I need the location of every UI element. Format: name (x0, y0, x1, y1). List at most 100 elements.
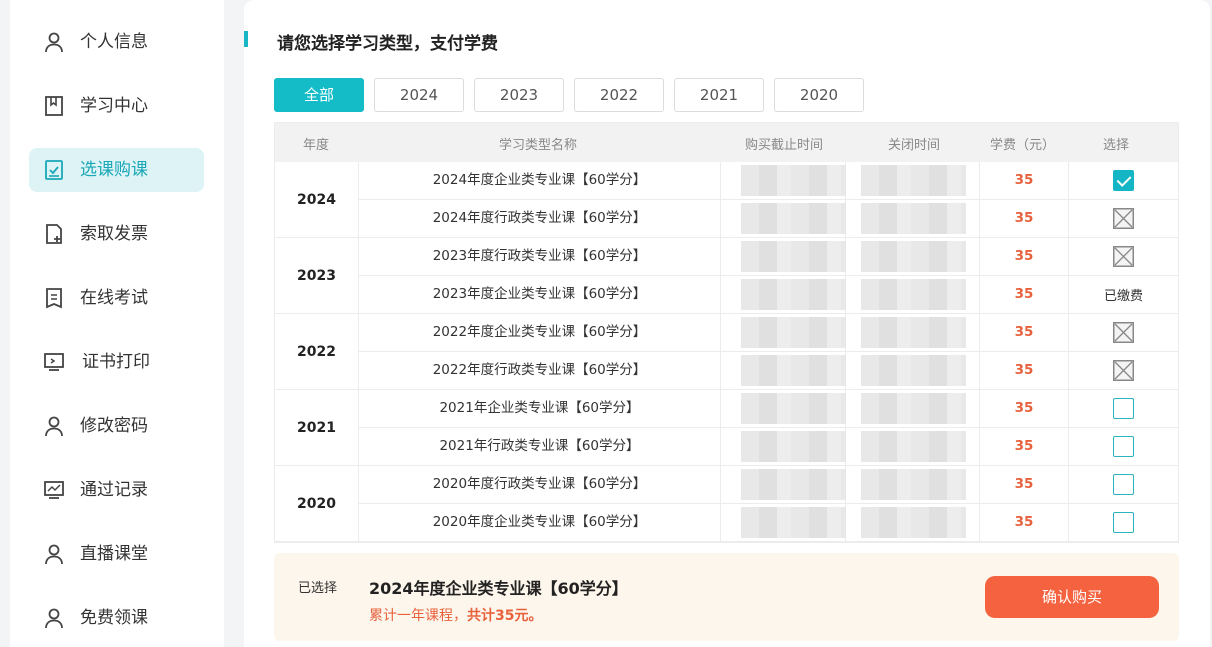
sidebar: 个人信息 学习中心 选课购课 索取发票 在线考试 证书打印 修改密码 通过记录 … (10, 0, 224, 647)
select-checkbox[interactable] (1113, 474, 1134, 495)
chart-icon (44, 481, 64, 499)
sidebar-item-label: 索取发票 (80, 224, 148, 244)
select-cell[interactable]: 已缴费 (1069, 276, 1178, 313)
total-text: 累计一年课程，共计35元。 (369, 605, 542, 625)
select-checkbox-checked[interactable] (1113, 170, 1134, 191)
purchase-deadline-cell (721, 466, 846, 503)
select-cell[interactable] (1069, 352, 1178, 389)
checkbox-icon (45, 160, 63, 180)
select-cell[interactable] (1069, 200, 1178, 237)
sidebar-item-live-class[interactable]: 直播课堂 (29, 532, 204, 576)
close-time-cell (846, 428, 980, 465)
user-icon (45, 32, 63, 53)
close-time-cell (846, 504, 980, 541)
course-type-name: 2023年度行政类专业课【60学分】 (359, 238, 721, 275)
purchase-deadline-cell (721, 200, 846, 237)
year-cell: 2021 (275, 390, 359, 466)
total-amount: 共计35元。 (467, 608, 543, 624)
table-row: 2021年行政类专业课【60学分】 35 (359, 428, 1178, 466)
header-close-time: 关闭时间 (888, 138, 941, 153)
course-type-name: 2020年度企业类专业课【60学分】 (359, 504, 721, 541)
year-cell: 2020 (275, 466, 359, 542)
sidebar-item-certificate-print[interactable]: 证书打印 (29, 340, 204, 384)
table-row: 2020年度企业类专业课【60学分】 35 (359, 504, 1178, 542)
sidebar-item-label: 直播课堂 (80, 544, 148, 564)
close-time-cell (846, 466, 980, 503)
header-year: 年度 (303, 138, 330, 153)
redacted-blur (741, 393, 846, 424)
select-checkbox[interactable] (1113, 436, 1134, 457)
redacted-blur (861, 279, 966, 310)
purchase-deadline-cell (721, 390, 846, 427)
total-prefix: 累计一年课程， (369, 608, 467, 624)
confirm-purchase-button[interactable]: 确认购买 (985, 576, 1159, 618)
sidebar-item-pass-records[interactable]: 通过记录 (29, 468, 204, 512)
year-cell: 2023 (275, 238, 359, 314)
tab-2022[interactable]: 2022 (574, 78, 664, 112)
disabled-checkbox-icon (1113, 322, 1134, 343)
fee-value: 35 (980, 466, 1069, 503)
close-time-cell (846, 314, 980, 351)
fee-value: 35 (980, 276, 1069, 313)
fee-value: 35 (980, 162, 1069, 199)
select-cell[interactable] (1069, 162, 1178, 199)
redacted-blur (741, 431, 846, 462)
select-cell[interactable] (1069, 504, 1178, 541)
fee-value: 35 (980, 238, 1069, 275)
select-cell[interactable] (1069, 238, 1178, 275)
user-icon (45, 544, 63, 565)
sidebar-item-learning-center[interactable]: 学习中心 (29, 84, 204, 128)
redacted-blur (741, 355, 846, 386)
course-type-name: 2024年度行政类专业课【60学分】 (359, 200, 721, 237)
purchase-deadline-cell (721, 238, 846, 275)
table-row: 2024年度企业类专业课【60学分】 35 (359, 162, 1178, 200)
table-row: 2023年度企业类专业课【60学分】 35 已缴费 (359, 276, 1178, 314)
header-type-name: 学习类型名称 (499, 138, 578, 153)
tab-2023[interactable]: 2023 (474, 78, 564, 112)
sidebar-item-free-courses[interactable]: 免费领课 (29, 596, 204, 640)
redacted-blur (741, 241, 846, 272)
select-cell[interactable] (1069, 428, 1178, 465)
purchase-deadline-cell (721, 162, 846, 199)
sidebar-item-label: 学习中心 (80, 96, 148, 116)
tab-2020[interactable]: 2020 (774, 78, 864, 112)
purchase-deadline-cell (721, 504, 846, 541)
sidebar-item-label: 证书打印 (82, 352, 150, 372)
select-cell[interactable] (1069, 314, 1178, 351)
table-row: 2022年度企业类专业课【60学分】 35 (359, 314, 1178, 352)
sidebar-item-change-password[interactable]: 修改密码 (29, 404, 204, 448)
close-time-cell (846, 352, 980, 389)
title-accent-bar (244, 31, 248, 47)
course-type-name: 2024年度企业类专业课【60学分】 (359, 162, 721, 199)
sidebar-item-invoice[interactable]: 索取发票 (29, 212, 204, 256)
redacted-blur (741, 469, 846, 500)
book-icon (45, 96, 63, 116)
disabled-checkbox-icon (1113, 360, 1134, 381)
redacted-blur (861, 507, 966, 538)
tab-all[interactable]: 全部 (274, 78, 364, 112)
header-fee: 学费（元） (990, 138, 1056, 153)
exam-doc-icon (46, 288, 62, 309)
select-checkbox[interactable] (1113, 512, 1134, 533)
tab-2021[interactable]: 2021 (674, 78, 764, 112)
redacted-blur (741, 507, 846, 538)
redacted-blur (861, 165, 966, 196)
select-checkbox[interactable] (1113, 398, 1134, 419)
course-type-name: 2020年度行政类专业课【60学分】 (359, 466, 721, 503)
selected-label: 已选择 (298, 581, 338, 596)
select-cell[interactable] (1069, 466, 1178, 503)
sidebar-item-label: 免费领课 (80, 608, 148, 628)
selection-summary: 已选择 2024年度企业类专业课【60学分】 累计一年课程，共计35元。 确认购… (274, 553, 1179, 641)
purchase-deadline-cell (721, 314, 846, 351)
sidebar-item-label: 修改密码 (80, 416, 148, 436)
sidebar-item-personal-info[interactable]: 个人信息 (29, 20, 204, 64)
fee-value: 35 (980, 504, 1069, 541)
close-time-cell (846, 200, 980, 237)
tab-2024[interactable]: 2024 (374, 78, 464, 112)
table-header: 年度 学习类型名称 购买截止时间 关闭时间 学费（元） 选择 (275, 123, 1178, 162)
select-cell[interactable] (1069, 390, 1178, 427)
sidebar-item-course-selection[interactable]: 选课购课 (29, 148, 204, 192)
sidebar-item-online-exam[interactable]: 在线考试 (29, 276, 204, 320)
header-select: 选择 (1103, 138, 1130, 153)
sidebar-item-label: 个人信息 (80, 32, 148, 52)
